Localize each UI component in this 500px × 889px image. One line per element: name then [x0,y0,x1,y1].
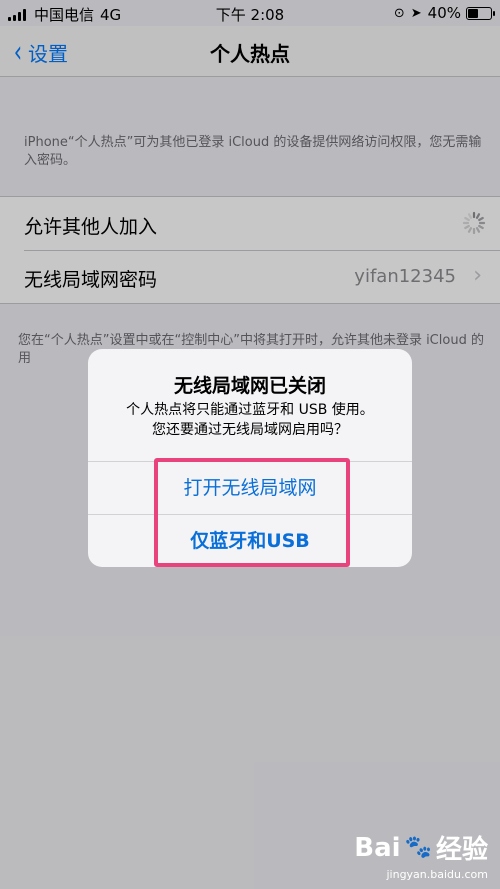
baidu-jingyan-watermark: Bai 🐾 经验 jingyan.baidu.com [354,829,488,882]
watermark-url: jingyan.baidu.com [386,868,488,881]
watermark-brand-left: Bai [354,832,401,863]
alert-message-line1: 个人热点将只能通过蓝牙和 USB 使用。 [126,402,374,418]
paw-icon: 🐾 [404,835,432,860]
alert-message: 个人热点将只能通过蓝牙和 USB 使用。 您还要通过无线局域网启用吗？ [100,400,400,440]
alert-title: 无线局域网已关闭 [173,375,326,397]
highlight-box [154,458,350,567]
watermark-logo: Bai 🐾 经验 [354,829,488,866]
watermark-brand-right: 经验 [435,835,488,865]
alert-message-line2: 您还要通过无线局域网启用吗？ [152,422,348,438]
